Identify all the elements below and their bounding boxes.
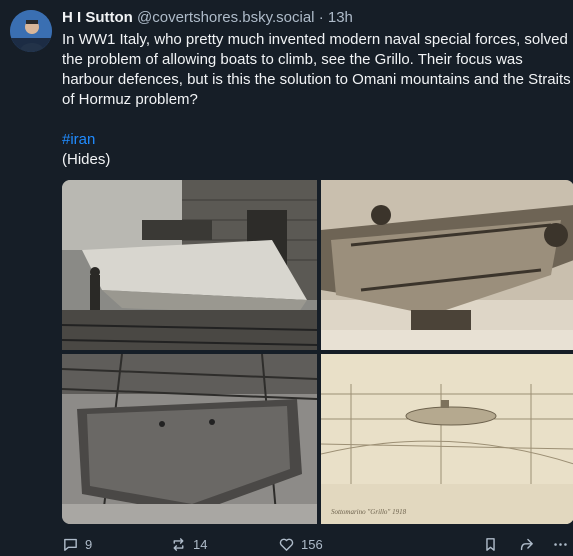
post-actions: 9 14 156: [62, 534, 573, 556]
header-separator: ·: [318, 9, 324, 26]
sketch-caption: Sottomarino "Grillo" 1918: [331, 508, 407, 516]
like-button[interactable]: 156: [278, 534, 323, 554]
photo-hull-shed[interactable]: [62, 354, 317, 524]
more-options-button[interactable]: [552, 534, 569, 554]
reply-button[interactable]: 9: [62, 534, 92, 554]
bookmark-button[interactable]: [482, 534, 499, 554]
post-aside: (Hides): [62, 151, 111, 168]
more-icon: [554, 542, 567, 546]
reply-count: 9: [85, 536, 93, 552]
sketch-grillo[interactable]: Sottomarino "Grillo" 1918: [321, 354, 573, 524]
reply-icon: [64, 538, 77, 551]
hashtag-link[interactable]: #iran: [62, 131, 95, 148]
photo-hull-treads[interactable]: [321, 180, 573, 350]
like-count: 156: [301, 536, 323, 552]
like-icon: [279, 538, 294, 551]
post-timestamp[interactable]: 13h: [328, 9, 353, 26]
repost-button[interactable]: 14: [170, 534, 207, 554]
author-display-name[interactable]: H I Sutton: [62, 9, 133, 26]
post-paragraph: In WW1 Italy, who pretty much invented m…: [62, 31, 571, 108]
share-button[interactable]: [518, 534, 535, 554]
image-gallery: Sottomarino "Grillo" 1918: [62, 180, 573, 524]
post-body: In WW1 Italy, who pretty much invented m…: [62, 30, 573, 170]
share-icon: [520, 538, 533, 550]
bookmark-icon: [486, 537, 495, 551]
author-avatar[interactable]: [10, 10, 52, 52]
post-header: H I Sutton @covertshores.bsky.social · 1…: [62, 8, 567, 28]
author-handle[interactable]: @covertshores.bsky.social: [137, 9, 315, 26]
repost-icon: [173, 537, 184, 551]
repost-count: 14: [193, 536, 208, 552]
avatar-image: [10, 10, 52, 52]
photo-boat-building[interactable]: [62, 180, 317, 350]
